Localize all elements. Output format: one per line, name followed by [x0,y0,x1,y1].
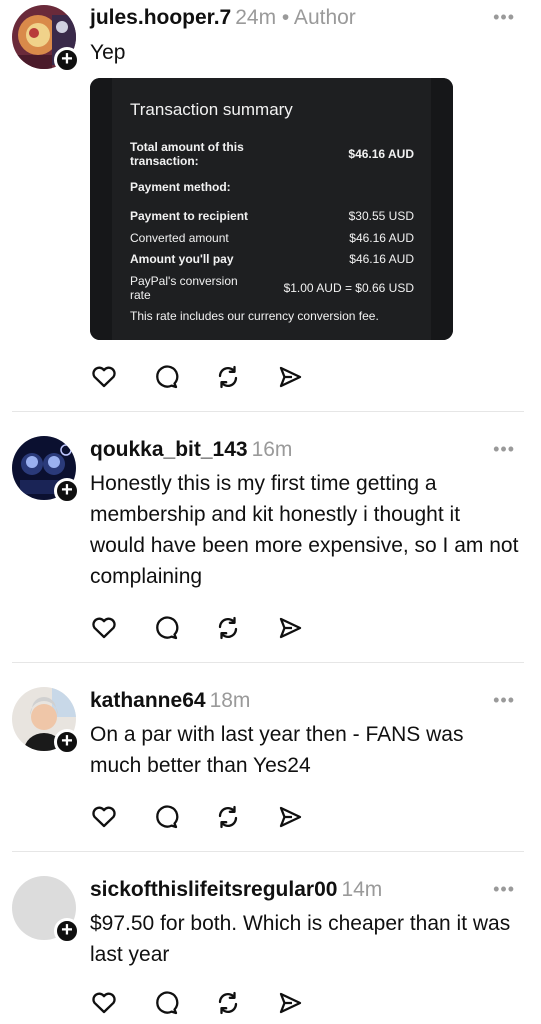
post-actions [90,802,338,832]
follow-button[interactable]: + [54,47,80,73]
follow-button[interactable]: + [54,918,80,944]
comment-button[interactable] [152,613,214,643]
comment-icon [156,805,179,829]
heart-icon [92,617,116,639]
repost-button[interactable] [214,802,276,832]
more-options-button[interactable]: ••• [493,8,515,26]
follow-button[interactable]: + [54,478,80,504]
transaction-image[interactable]: Transaction summary Total amount of this… [90,78,453,340]
post: + sickofthislifeitsregular00 14m ••• $97.… [0,852,541,1024]
repost-button[interactable] [214,362,276,392]
avatar[interactable]: + [12,876,80,944]
row-value: $46.16 AUD [349,252,414,266]
avatar[interactable]: + [12,436,80,504]
row-value: $46.16 AUD [349,231,414,245]
heart-icon [92,366,116,388]
transaction-row: Total amount of this transaction: $46.16… [130,140,414,170]
post-text: Yep [90,41,126,64]
share-button[interactable] [276,362,338,392]
share-button[interactable] [276,988,338,1018]
share-icon [279,617,302,639]
post-actions [90,613,338,643]
post: + jules.hooper.7 24m • Author ••• Yep Tra… [0,0,541,410]
post-meta: 16m [251,438,293,461]
post-header: jules.hooper.7 24m • Author [90,6,356,30]
transaction-note: This rate includes our currency conversi… [130,309,379,323]
comment-icon [156,991,179,1015]
share-icon [279,366,302,388]
share-icon [279,806,302,828]
username[interactable]: jules.hooper.7 [90,6,231,29]
row-label: PayPal's conversion rate [130,274,238,302]
follow-button[interactable]: + [54,729,80,755]
more-options-button[interactable]: ••• [493,880,515,898]
username[interactable]: sickofthislifeitsregular00 [90,878,337,901]
heart-icon [92,992,116,1014]
post-meta: 14m [341,878,383,901]
like-button[interactable] [90,802,152,832]
username[interactable]: kathanne64 [90,689,206,712]
row-value: $30.55 USD [348,209,414,223]
row-value: $46.16 AUD [348,147,414,161]
repost-icon [218,616,238,640]
post-header: qoukka_bit_143 16m [90,438,292,462]
transaction-title: Transaction summary [130,100,293,119]
avatar[interactable]: + [12,687,80,755]
comment-button[interactable] [152,802,214,832]
transaction-row: PayPal's conversion rate $1.00 AUD = $0.… [130,274,414,304]
row-value: $1.00 AUD = $0.66 USD [283,281,414,295]
post-text: On a par with last year then - FANS was … [90,723,464,777]
row-label: Payment to recipient [130,209,249,223]
username[interactable]: qoukka_bit_143 [90,438,248,461]
avatar[interactable]: + [12,5,80,73]
post-meta: 24m • Author [235,6,356,29]
heart-icon [92,806,116,828]
like-button[interactable] [90,613,152,643]
repost-button[interactable] [214,613,276,643]
post: + qoukka_bit_143 16m ••• Honestly this is… [0,412,541,662]
comment-icon [156,365,179,389]
post-meta: 18m [209,689,251,712]
post: + kathanne64 18m ••• On a par with last y… [0,663,541,851]
post-text: $97.50 for both. Which is cheaper than i… [90,912,511,966]
row-label: Converted amount [130,231,229,245]
card-band-right [431,78,453,340]
card-band-left [90,78,112,340]
like-button[interactable] [90,362,152,392]
post-actions [90,988,338,1018]
more-options-button[interactable]: ••• [493,440,515,458]
repost-icon [218,991,238,1015]
share-button[interactable] [276,802,338,832]
like-button[interactable] [90,988,152,1018]
repost-icon [218,365,238,389]
row-label: Payment method: [130,180,231,194]
repost-icon [218,805,238,829]
comment-icon [156,616,179,640]
share-icon [279,992,302,1014]
row-label: Amount you'll pay [130,252,234,266]
comment-button[interactable] [152,362,214,392]
post-header: kathanne64 18m [90,689,250,713]
comment-button[interactable] [152,988,214,1018]
post-text: Honestly this is my first time getting a… [90,472,519,588]
repost-button[interactable] [214,988,276,1018]
post-actions [90,362,338,392]
row-label: Total amount of this transaction: [130,140,244,168]
share-button[interactable] [276,613,338,643]
post-header: sickofthislifeitsregular00 14m [90,878,382,902]
more-options-button[interactable]: ••• [493,691,515,709]
